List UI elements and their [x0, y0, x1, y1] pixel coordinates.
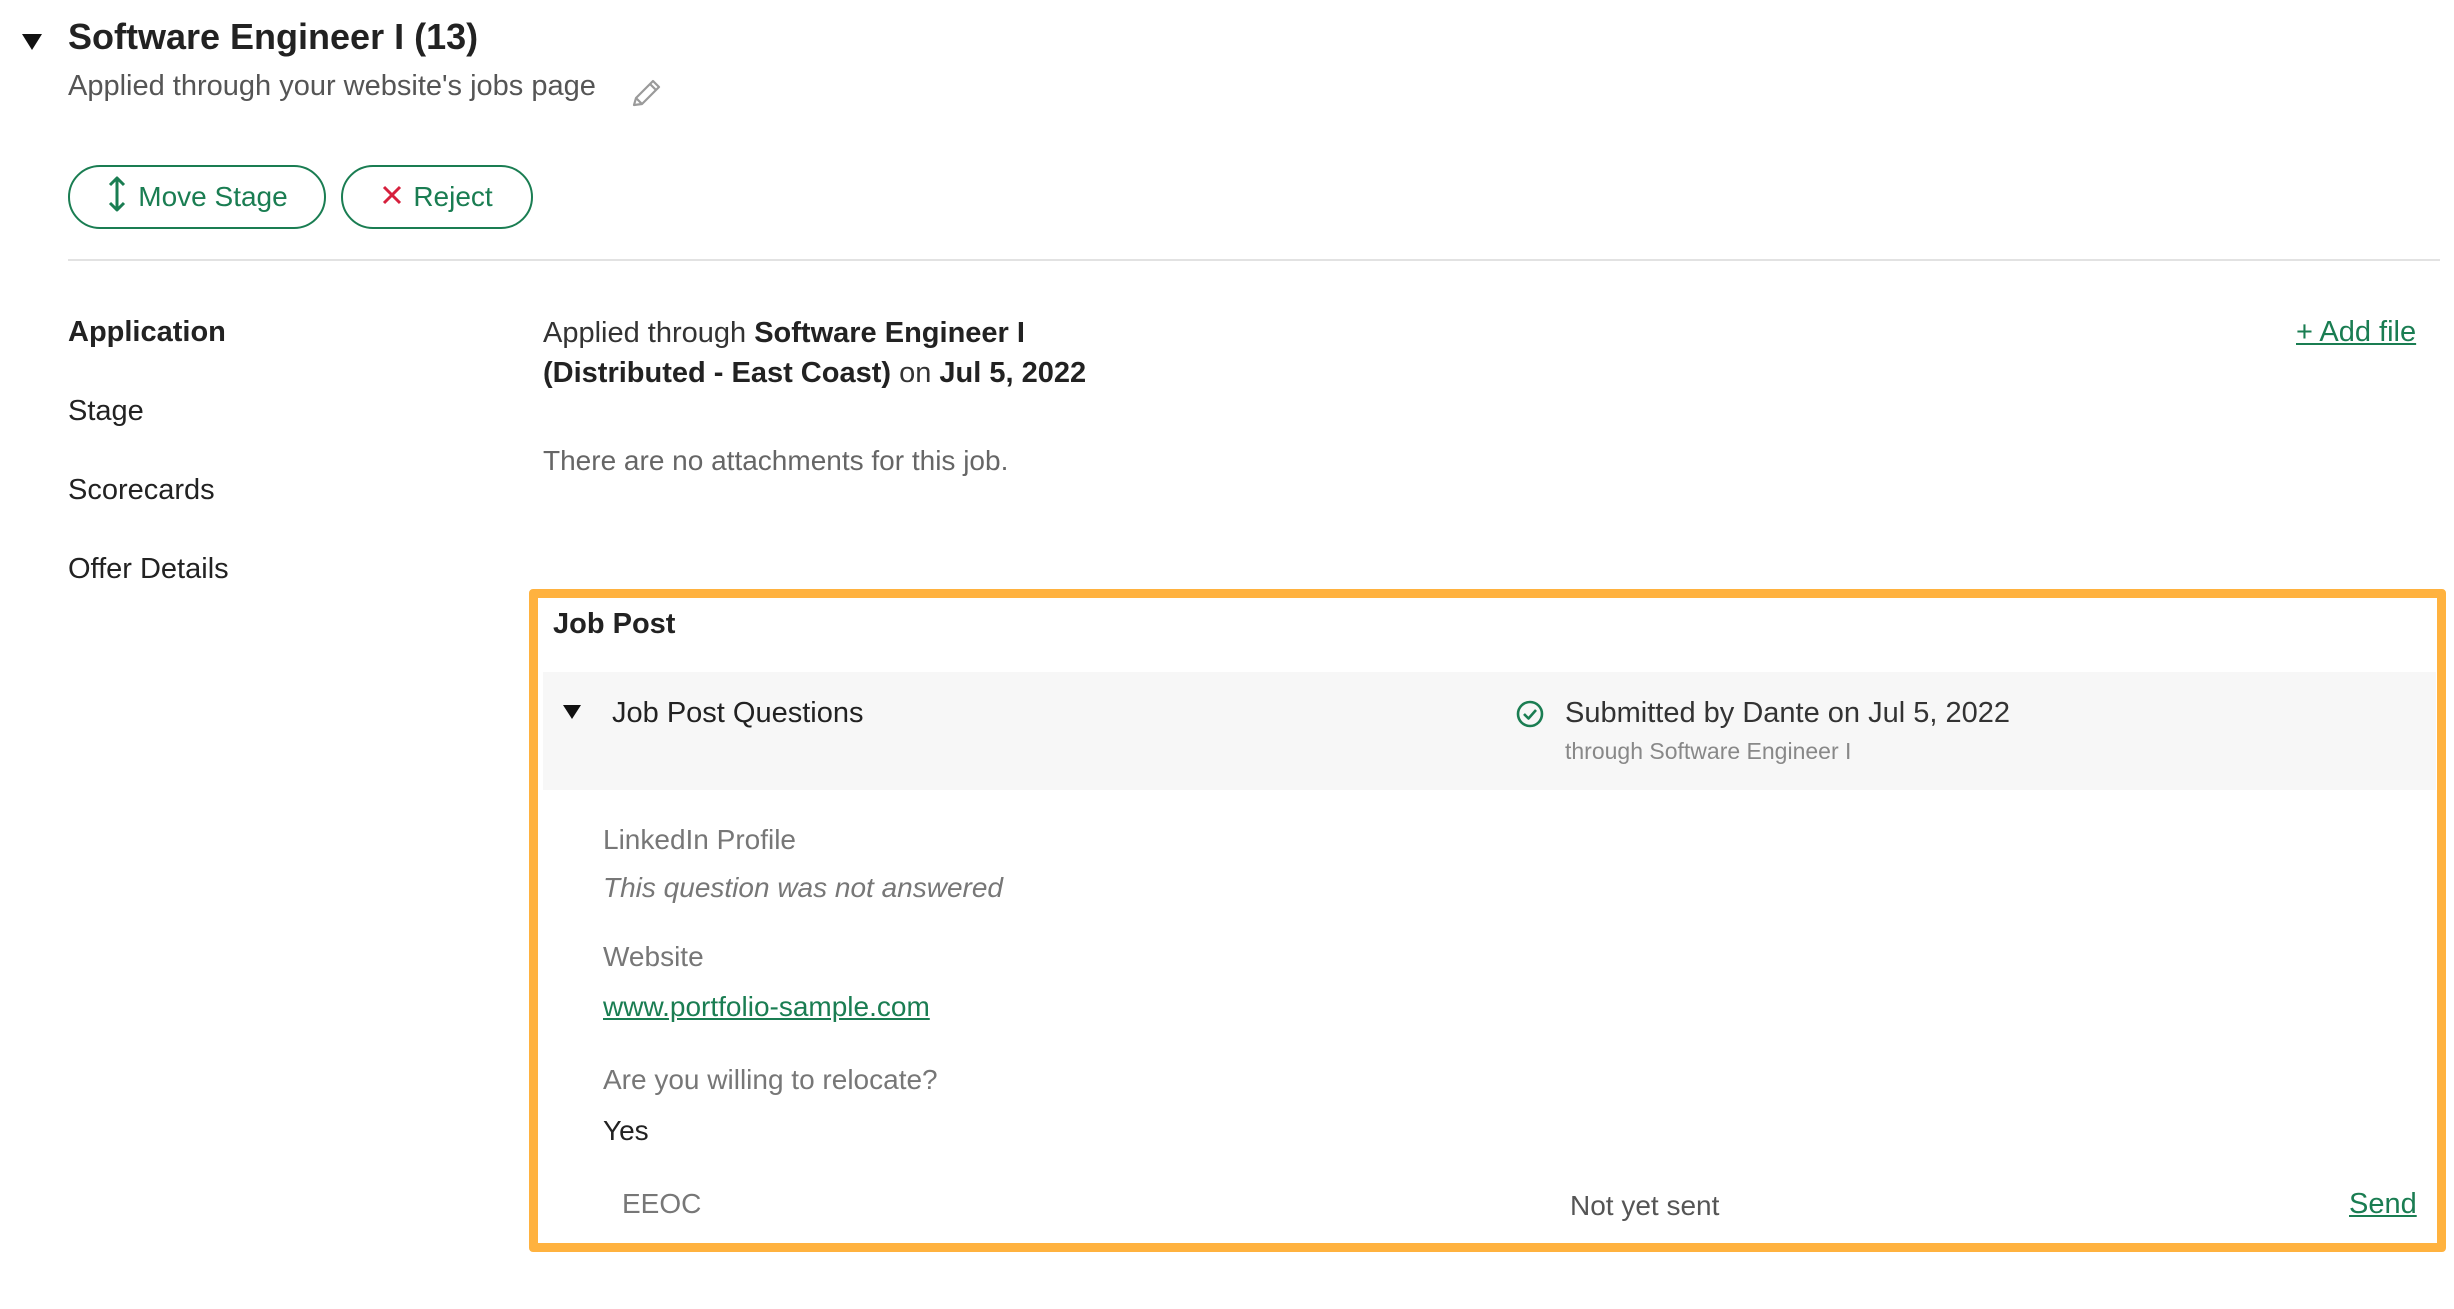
- nav-item-stage[interactable]: Stage: [68, 395, 144, 428]
- applied-date: Jul 5, 2022: [939, 357, 1087, 389]
- collapse-triangle-icon[interactable]: [22, 34, 42, 50]
- job-post-questions-header[interactable]: [543, 672, 2436, 790]
- submitted-through-text: through Software Engineer I: [1565, 738, 1852, 764]
- vertical-arrows-icon: [106, 175, 128, 220]
- nav-item-application[interactable]: Application: [68, 316, 226, 349]
- eeoc-status: Not yet sent: [1570, 1190, 1720, 1221]
- close-x-icon: [381, 181, 403, 213]
- move-stage-button[interactable]: Move Stage: [68, 165, 326, 229]
- question-answer: Yes: [603, 1115, 649, 1146]
- page-title: Software Engineer I (13): [68, 16, 479, 57]
- application-source: Applied through your website's jobs page: [68, 70, 596, 102]
- job-post-title: Job Post: [553, 608, 676, 640]
- expand-triangle-icon[interactable]: [563, 705, 581, 719]
- question-label: Website: [603, 941, 704, 972]
- pencil-edit-icon[interactable]: [626, 74, 666, 119]
- check-circle-icon: [1515, 699, 1545, 734]
- nav-item-offer-details[interactable]: Offer Details: [68, 553, 229, 586]
- job-location: (Distributed - East Coast): [543, 357, 892, 389]
- header-divider: [68, 259, 2440, 261]
- question-answer: This question was not answered: [603, 872, 1003, 903]
- website-link[interactable]: www.portfolio-sample.com: [603, 991, 930, 1023]
- job-name: Software Engineer I: [754, 317, 1025, 349]
- applied-through-info: Applied through Software Engineer I (Dis…: [543, 317, 1087, 389]
- eeoc-label: EEOC: [622, 1188, 702, 1219]
- add-file-link[interactable]: + Add file: [2296, 316, 2416, 349]
- question-label: Are you willing to relocate?: [603, 1064, 938, 1095]
- nav-item-scorecards[interactable]: Scorecards: [68, 474, 215, 507]
- send-eeoc-link[interactable]: Send: [2349, 1188, 2417, 1221]
- job-post-questions-label: Job Post Questions: [612, 697, 864, 729]
- reject-label: Reject: [413, 181, 493, 212]
- reject-button[interactable]: Reject: [341, 165, 533, 229]
- move-stage-label: Move Stage: [138, 181, 288, 212]
- no-attachments-text: There are no attachments for this job.: [543, 445, 1009, 476]
- question-label: LinkedIn Profile: [603, 824, 797, 855]
- submitted-by-text: Submitted by Dante on Jul 5, 2022: [1565, 697, 2010, 729]
